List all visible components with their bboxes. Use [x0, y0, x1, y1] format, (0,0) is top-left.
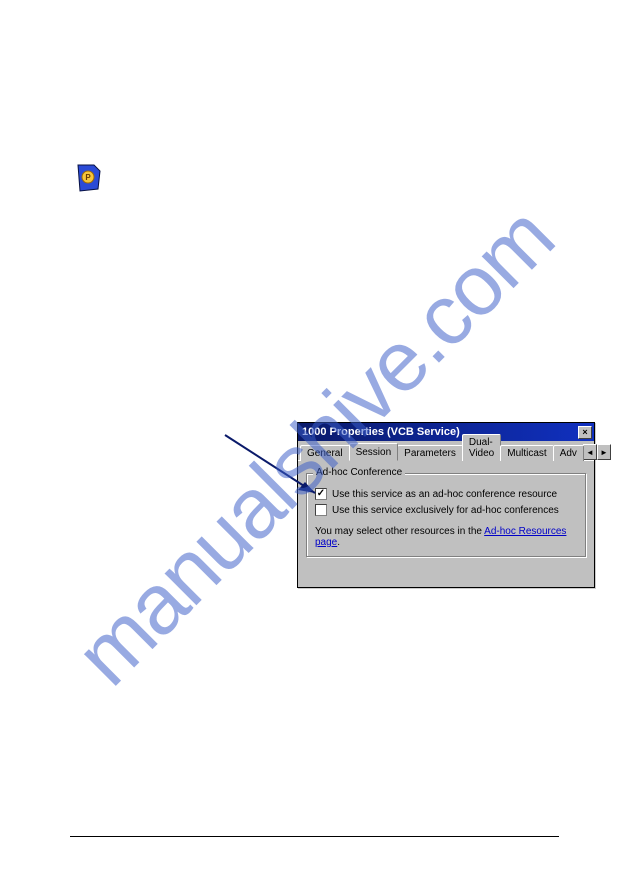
check-row-adhoc-exclusive: Use this service exclusively for ad-hoc …	[315, 504, 577, 516]
groupbox-title: Ad-hoc Conference	[313, 467, 405, 478]
tab-multicast[interactable]: Multicast	[500, 445, 553, 461]
tab-scroll-left-button[interactable]: ◄	[583, 444, 597, 460]
check-row-adhoc-resource: Use this service as an ad-hoc conference…	[315, 488, 577, 500]
document-badge-icon: P	[74, 163, 102, 193]
checkbox-adhoc-resource[interactable]	[315, 488, 327, 500]
dialog-title: 1000 Properties (VCB Service)	[302, 426, 460, 438]
chevron-left-icon: ◄	[586, 448, 594, 457]
tab-session[interactable]: Session	[349, 443, 399, 461]
footer-divider	[70, 836, 559, 837]
tab-general[interactable]: General	[300, 445, 350, 461]
note-text: You may select other resources in the	[315, 526, 484, 537]
tab-dual-video[interactable]: Dual-Video	[462, 434, 501, 461]
tab-strip: General Session Parameters Dual-Video Mu…	[298, 441, 594, 461]
adhoc-note: You may select other resources in the Ad…	[315, 526, 577, 548]
close-button[interactable]: ×	[578, 426, 592, 439]
tab-scroll-controls: ◄ ►	[583, 444, 611, 460]
tab-panel-session: Ad-hoc Conference Use this service as an…	[298, 461, 594, 565]
tab-adv[interactable]: Adv	[553, 445, 584, 461]
checkbox-adhoc-exclusive[interactable]	[315, 504, 327, 516]
chevron-right-icon: ►	[600, 448, 608, 457]
dialog-titlebar[interactable]: 1000 Properties (VCB Service) ×	[298, 423, 594, 441]
svg-text:P: P	[85, 173, 91, 182]
note-period: .	[337, 537, 340, 548]
tab-parameters[interactable]: Parameters	[397, 445, 463, 461]
tab-scroll-right-button[interactable]: ►	[597, 444, 611, 460]
checkbox-label: Use this service as an ad-hoc conference…	[332, 489, 557, 500]
properties-dialog: 1000 Properties (VCB Service) × General …	[297, 422, 595, 588]
checkbox-label: Use this service exclusively for ad-hoc …	[332, 505, 559, 516]
adhoc-conference-group: Ad-hoc Conference Use this service as an…	[306, 473, 586, 557]
close-icon: ×	[582, 428, 587, 437]
